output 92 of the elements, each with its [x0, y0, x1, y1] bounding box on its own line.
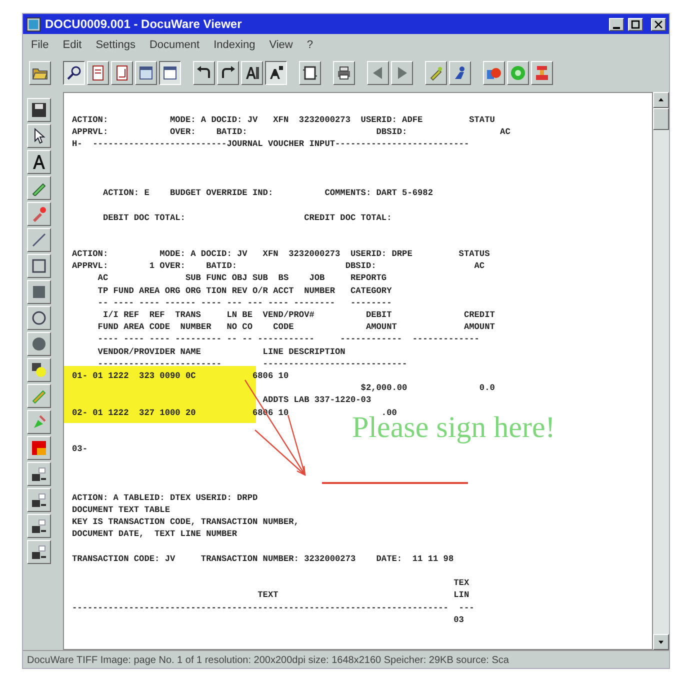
- document-text-line: ACTION: A TABLEID: DTEX USERID: DRPD: [72, 492, 258, 504]
- document-text-line: ---- ---- ---- --------- -- -- ----------- ------------ -------------: [96, 333, 480, 346]
- document-text-line: H- --------------------------JOURNAL VOUCHER INPUT--------------------------: [72, 138, 470, 151]
- tool-button[interactable]: [27, 150, 51, 174]
- tool-button[interactable]: [27, 358, 51, 382]
- close-button[interactable]: [651, 18, 666, 30]
- tool-button[interactable]: [27, 514, 51, 538]
- tool-button[interactable]: [27, 176, 51, 200]
- tool-button[interactable]: [27, 306, 51, 330]
- tool-button[interactable]: [27, 462, 51, 486]
- marker-icon: [31, 206, 47, 222]
- document-text-line: ACTION: E BUDGET OVERRIDE IND: COMMENTS: DART 5-6982: [102, 187, 433, 200]
- page-icon: [31, 518, 47, 534]
- text-tool-icon: [31, 154, 47, 170]
- scroll-thumb[interactable]: [653, 108, 669, 130]
- document-text-line: ------------------------------------------------------------------------- ---: [72, 602, 474, 614]
- app-icon: [26, 16, 41, 32]
- ring-icon: [510, 65, 526, 81]
- menu-item[interactable]: Document: [149, 37, 200, 51]
- filled-rectangle-icon: [31, 284, 47, 300]
- menu-item[interactable]: Edit: [62, 37, 82, 51]
- document-text-line: KEY IS TRANSACTION CODE, TRANSACTION NUMBER,: [72, 516, 299, 528]
- tool-button[interactable]: [27, 254, 51, 278]
- pen-icon: [428, 65, 444, 81]
- document-text-line: TRANSACTION CODE: JV TRANSACTION NUMBER: 3232000273 DATE: 11 11 98: [72, 552, 454, 565]
- toolbar-button[interactable]: [265, 61, 287, 85]
- menu-item[interactable]: Indexing: [214, 37, 256, 51]
- document-text-line: APPRVL: 1 OVER: BATID: DBSID: AC: [72, 260, 485, 272]
- page-icon: [31, 466, 47, 482]
- page-icon: [302, 65, 318, 81]
- tool-button[interactable]: [27, 488, 51, 512]
- scroll-up-button[interactable]: [653, 92, 669, 108]
- tool-button[interactable]: [27, 332, 51, 356]
- save-icon: [31, 102, 47, 118]
- page-icon: [31, 544, 47, 560]
- document-text-line: FUND AREA CODE NUMBER NO CO CODE AMOUNT AMOUNT: [96, 321, 495, 334]
- line-tool-icon: [31, 232, 47, 248]
- toolbar-button[interactable]: [63, 61, 85, 85]
- scrollbar[interactable]: [653, 92, 669, 650]
- maximize-button[interactable]: [628, 18, 643, 30]
- tool-button[interactable]: [27, 280, 51, 304]
- document-text-line: -- ---- ---- ------ ---- --- --- ---- -------- --------: [96, 296, 392, 309]
- window-icon: [162, 65, 178, 81]
- close-icon: [653, 18, 664, 30]
- minimize-icon: [613, 26, 620, 28]
- tool-button[interactable]: [27, 124, 51, 148]
- pencil-icon: [31, 388, 47, 404]
- rectangle-tool-icon: [31, 258, 47, 274]
- page-icon: [31, 492, 47, 508]
- tool-button[interactable]: [27, 540, 51, 564]
- text-tool-icon: [244, 65, 260, 81]
- document-text-line: AC SUB FUNC OBJ SUB BS JOB REPORTG: [96, 272, 387, 285]
- document-text-line: 03: [452, 614, 464, 626]
- menu-item[interactable]: View: [269, 37, 293, 51]
- color-icon: [31, 440, 47, 456]
- rotate-left-icon: [196, 65, 212, 81]
- document-text-line: DEBIT DOC TOTAL: CREDIT DOC TOTAL:: [102, 212, 392, 224]
- shapes-icon: [486, 65, 502, 81]
- document-text-line: APPRVL: OVER: BATID: DBSID: AC: [72, 126, 510, 138]
- tool-button[interactable]: [27, 98, 51, 122]
- circle-tool-icon: [31, 310, 47, 326]
- document-text-line: DOCUMENT TEXT TABLE: [72, 504, 170, 516]
- menu-item[interactable]: Settings: [96, 37, 136, 51]
- page-icon: [90, 65, 106, 81]
- page-icon: [114, 65, 130, 81]
- zoom-icon: [66, 65, 82, 81]
- filled-circle-icon: [31, 336, 47, 352]
- document-text-line: ------------------------ ----------------------------: [96, 358, 408, 370]
- maximize-icon: [630, 18, 641, 30]
- document-text-line: 03-: [72, 443, 88, 456]
- document-text-line: DOCUMENT DATE, TEXT LINE NUMBER: [72, 528, 238, 541]
- document-text-line: TEX: [452, 577, 470, 590]
- minimize-button[interactable]: [609, 18, 624, 30]
- text-tool-icon: [268, 65, 284, 81]
- printer-icon: [336, 65, 352, 81]
- document-text-line: $2,000.00 0.0: [360, 382, 495, 394]
- document-text-line: ACTION: MODE: A DOCID: JV XFN 3232000273 USERID: ADFE STATU: [72, 114, 495, 126]
- document-text-line: TEXT LIN: [256, 589, 470, 602]
- document-text-line: TP FUND AREA ORG ORG TION REV O/R ACCT NUMBER CATEGORY: [96, 284, 392, 297]
- menu-item[interactable]: ?: [306, 37, 313, 51]
- toolbar-button[interactable]: [159, 61, 181, 85]
- document-text-line: ADDTS LAB 337-1220-03: [262, 394, 372, 406]
- document-text-line: I/I REF REF TRANS LN BE VEND/PROV# DEBIT CREDIT: [102, 309, 495, 322]
- tool-button[interactable]: [27, 228, 51, 252]
- document-text-line: VENDOR/PROVIDER NAME LINE DESCRIPTION: [96, 346, 346, 358]
- window-title: DOCU0009.001 - DocuWare Viewer: [45, 16, 242, 33]
- thumbnail-icon: [138, 65, 154, 81]
- menu-item[interactable]: File: [31, 37, 49, 51]
- status-bar: DocuWare TIFF Image: page No. 1 of 1 resolution: 200x200dpi size: 1648x2160 Speicher: 29KB source: Sca: [23, 650, 669, 668]
- rotate-right-icon: [220, 65, 236, 81]
- document-text-line: ACTION: MODE: A DOCID: JV XFN 3232000273 USERID: DRPE STATUS: [72, 248, 490, 260]
- scroll-down-button[interactable]: [653, 634, 669, 650]
